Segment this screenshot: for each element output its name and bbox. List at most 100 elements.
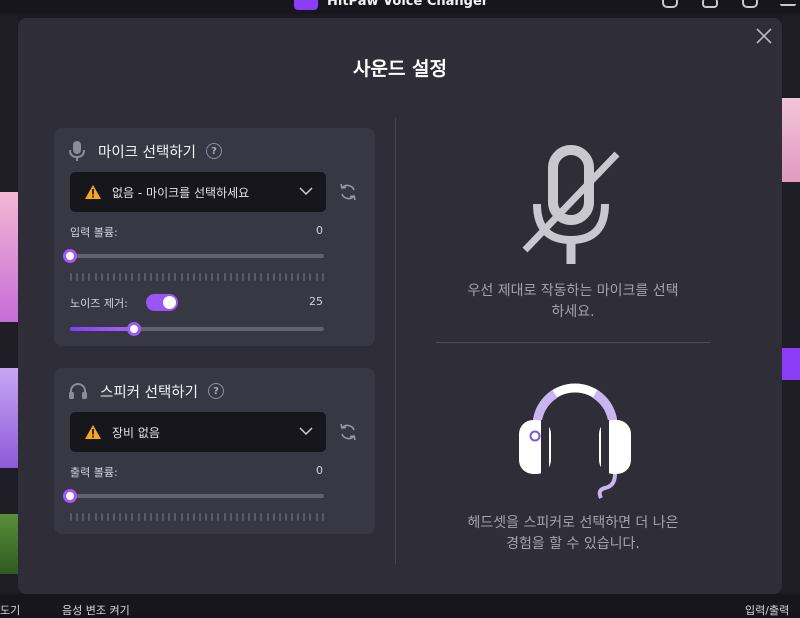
meter-tick xyxy=(266,513,269,521)
meter-tick xyxy=(125,513,128,521)
meter-tick xyxy=(155,513,158,521)
meter-tick xyxy=(321,513,324,521)
meter-tick xyxy=(94,273,97,281)
meter-tick xyxy=(321,273,324,281)
mic-card: 마이크 선택하기 ? 없음 - 마이크를 선택하세요 입력 볼륨: 0 노이즈 … xyxy=(54,128,375,346)
voice-thumbnail[interactable] xyxy=(0,368,18,468)
meter-tick xyxy=(315,273,318,281)
voice-change-toggle-label[interactable]: 음성 변조 켜기 xyxy=(62,602,130,618)
meter-tick xyxy=(143,513,146,521)
meter-tick xyxy=(254,273,257,281)
meter-tick xyxy=(119,273,122,281)
meter-tick xyxy=(112,513,115,521)
help-icon[interactable]: ? xyxy=(208,383,224,399)
meter-tick xyxy=(217,273,220,281)
speaker-info-line1: 헤드셋을 스피커로 선택하면 더 나은 xyxy=(467,515,679,531)
slider-knob[interactable] xyxy=(63,489,77,503)
meter-tick xyxy=(70,513,72,521)
meter-tick xyxy=(205,273,208,281)
meter-tick xyxy=(229,273,232,281)
meter-tick xyxy=(112,273,115,281)
meter-tick xyxy=(229,513,232,521)
meter-tick xyxy=(198,513,201,521)
meter-tick xyxy=(174,513,177,521)
meter-tick xyxy=(284,273,287,281)
meter-tick xyxy=(260,513,263,521)
chevron-down-icon xyxy=(299,187,313,196)
app-window: HitPaw Voice Changer 도기 음성 변조 켜기 입력/출력 사… xyxy=(0,0,800,617)
meter-tick xyxy=(82,513,85,521)
io-label[interactable]: 입력/출력 xyxy=(745,602,789,618)
noise-removal-toggle[interactable] xyxy=(146,294,178,311)
output-volume-slider[interactable] xyxy=(63,489,324,503)
headset-illustration xyxy=(519,383,631,499)
meter-tick xyxy=(149,273,152,281)
meter-tick xyxy=(278,513,281,521)
meter-tick xyxy=(162,513,165,521)
meter-tick xyxy=(76,513,79,521)
apply-button[interactable] xyxy=(782,348,800,380)
output-volume-label: 출력 볼륨: xyxy=(70,466,118,479)
meter-tick xyxy=(260,273,263,281)
meter-tick xyxy=(186,513,189,521)
meter-tick xyxy=(137,513,140,521)
share-icon[interactable] xyxy=(742,0,758,8)
meter-tick xyxy=(241,513,244,521)
meter-tick xyxy=(168,273,171,281)
app-logo xyxy=(294,0,318,10)
meter-tick xyxy=(198,273,201,281)
mic-select[interactable]: 없음 - 마이크를 선택하세요 xyxy=(70,172,326,212)
warning-icon xyxy=(85,185,101,199)
meter-tick xyxy=(303,273,306,281)
input-volume-slider[interactable] xyxy=(63,249,324,263)
background-right-panel xyxy=(782,14,800,612)
dialog-title: 사운드 설정 xyxy=(352,58,447,80)
cart-icon[interactable] xyxy=(662,0,678,8)
title-bar: HitPaw Voice Changer xyxy=(0,0,800,14)
account-icon[interactable] xyxy=(702,0,718,8)
meter-tick xyxy=(248,273,251,281)
speaker-card-header: 스피커 선택하기 ? xyxy=(68,380,224,402)
meter-tick xyxy=(205,513,208,521)
meter-tick xyxy=(88,273,91,281)
speaker-card: 스피커 선택하기 ? 장비 없음 출력 볼륨: 0 xyxy=(54,368,375,534)
mic-header-label: 마이크 선택하기 xyxy=(98,144,196,161)
mic-info-text: 우선 제대로 작동하는 마이크를 선택 하세요. xyxy=(436,281,710,323)
slider-knob[interactable] xyxy=(63,249,77,263)
speaker-select[interactable]: 장비 없음 xyxy=(70,412,326,452)
voice-thumbnail[interactable] xyxy=(0,192,18,322)
microphone-icon xyxy=(69,141,85,161)
meter-tick xyxy=(125,273,128,281)
meter-tick xyxy=(284,513,287,521)
input-volume-label: 입력 볼륨: xyxy=(70,226,118,239)
refresh-icon[interactable] xyxy=(338,422,358,442)
meter-tick xyxy=(149,513,152,521)
noise-removal-value: 25 xyxy=(309,295,323,308)
meter-tick xyxy=(143,273,146,281)
meter-tick xyxy=(192,273,195,281)
meter-tick xyxy=(211,273,214,281)
noise-removal-slider[interactable] xyxy=(70,322,324,336)
meter-tick xyxy=(297,273,300,281)
noise-removal-label: 노이즈 제거: xyxy=(70,297,128,310)
slider-knob[interactable] xyxy=(126,322,141,336)
meter-tick xyxy=(254,513,257,521)
background-left-panel xyxy=(0,14,18,612)
meter-tick xyxy=(235,273,238,281)
voice-thumbnail[interactable] xyxy=(782,98,800,182)
meter-tick xyxy=(223,273,226,281)
close-icon[interactable] xyxy=(752,24,776,48)
meter-tick xyxy=(180,273,183,281)
meter-tick xyxy=(223,513,226,521)
mic-info-line2: 하세요. xyxy=(551,304,595,320)
meter-tick xyxy=(88,513,91,521)
meter-tick xyxy=(100,513,103,521)
voice-thumbnail[interactable] xyxy=(0,514,18,574)
menu-icon[interactable] xyxy=(780,4,796,6)
help-icon[interactable]: ? xyxy=(206,143,222,159)
meter-tick xyxy=(241,273,244,281)
bottom-left-label[interactable]: 도기 xyxy=(0,602,20,618)
input-volume-value: 0 xyxy=(316,224,323,237)
refresh-icon[interactable] xyxy=(338,182,358,202)
meter-tick xyxy=(303,513,306,521)
